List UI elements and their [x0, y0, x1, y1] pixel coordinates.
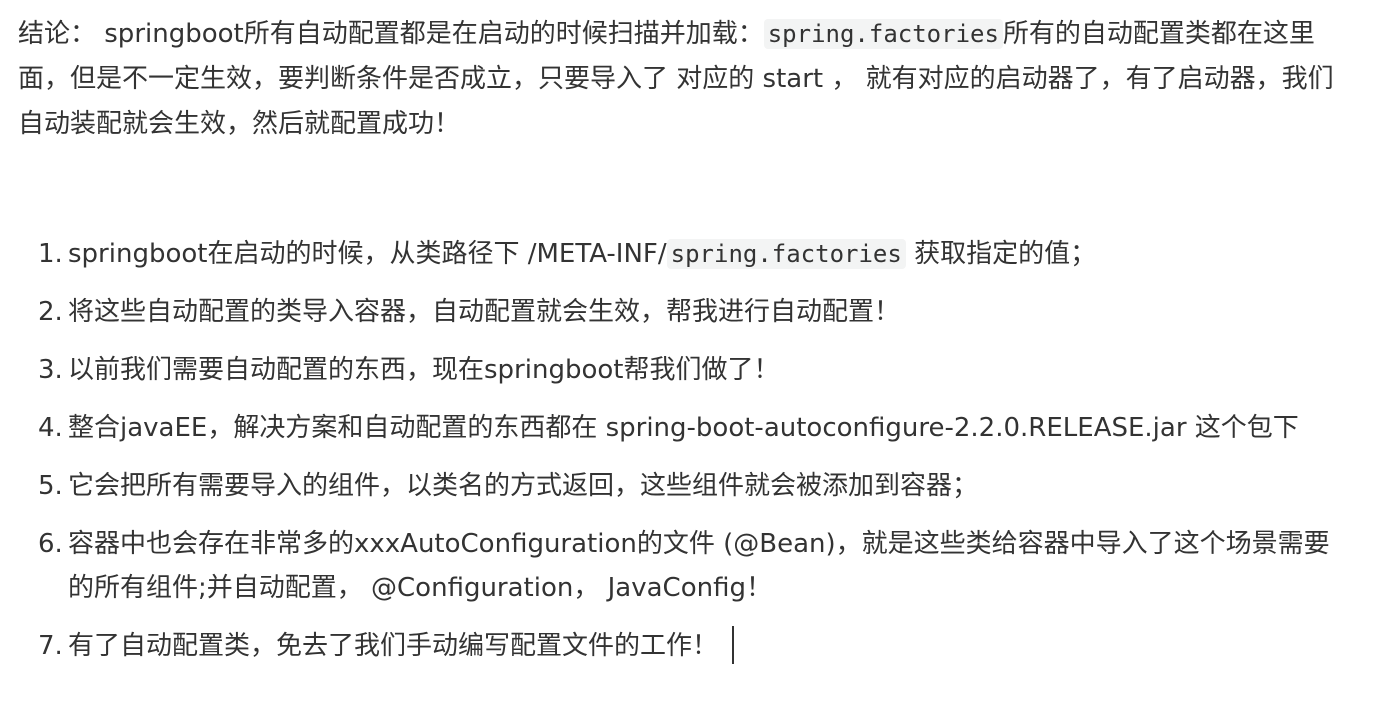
document: 结论： springboot所有自动配置都是在启动的时候扫描并加载： spring…: [0, 0, 1400, 707]
conclusion-line-1: 结论： springboot所有自动配置都是在启动的时候扫描并加载： spring…: [18, 12, 1398, 57]
list-number: 1.: [38, 239, 63, 269]
list-item-text: 它会把所有需要导入的组件，以类名的方式返回，这些组件就会被添加到容器；: [68, 471, 979, 501]
list-number: 6.: [38, 529, 63, 559]
list-item-text: 将这些自动配置的类导入容器，自动配置就会生效，帮我进行自动配置！: [68, 297, 901, 327]
list-number: 7.: [38, 631, 63, 661]
list-item-3: 3. 以前我们需要自动配置的东西，现在springboot帮我们做了！: [38, 348, 1398, 392]
list-item-text: springboot在启动的时候，从类路径下 /META-INF/: [68, 239, 667, 269]
list-item-4: 4. 整合javaEE，解决方案和自动配置的东西都在 spring-boot-au…: [38, 406, 1398, 450]
list-item-text: 容器中也会存在非常多的xxxAutoConfiguration的文件 (@Bea…: [68, 529, 1330, 559]
conclusion-text-1a: 结论： springboot所有自动配置都是在启动的时候扫描并加载：: [18, 19, 764, 49]
inline-code-spring-factories: spring.factories: [666, 239, 906, 269]
conclusion-paragraph: 结论： springboot所有自动配置都是在启动的时候扫描并加载： spring…: [18, 12, 1398, 147]
list-number: 2.: [38, 297, 63, 327]
text-cursor[interactable]: [732, 625, 734, 664]
conclusion-text-1b: 所有的自动配置类都在这里: [1002, 19, 1315, 49]
list-item-5: 5. 它会把所有需要导入的组件，以类名的方式返回，这些组件就会被添加到容器；: [38, 464, 1398, 508]
list-item-text: 获取指定的值；: [905, 239, 1097, 269]
list-item-text-wrap: 的所有组件;并自动配置， @Configuration， JavaConfig！: [68, 573, 772, 603]
list-number: 3.: [38, 355, 63, 385]
list-item-1: 1. springboot在启动的时候，从类路径下 /META-INF/sprin…: [38, 232, 1398, 276]
list-item-text: 整合javaEE，解决方案和自动配置的东西都在 spring-boot-auto…: [68, 413, 1299, 443]
list-item-text: 以前我们需要自动配置的东西，现在springboot帮我们做了！: [68, 355, 780, 385]
list-number: 5.: [38, 471, 63, 501]
list-item-text: 有了自动配置类，免去了我们手动编写配置文件的工作！: [68, 631, 719, 661]
list-item-6: 6. 容器中也会存在非常多的xxxAutoConfiguration的文件 (@B…: [38, 522, 1398, 610]
inline-code-spring-factories: spring.factories: [763, 19, 1003, 49]
conclusion-line-2: 面，但是不一定生效，要判断条件是否成立，只要导入了 对应的 start ， 就有…: [18, 64, 1334, 94]
list-number: 4.: [38, 413, 63, 443]
conclusion-line-3: 自动装配就会生效，然后就配置成功！: [18, 109, 461, 139]
list-item-7: 7. 有了自动配置类，免去了我们手动编写配置文件的工作！: [38, 624, 1398, 668]
list-item-2: 2. 将这些自动配置的类导入容器，自动配置就会生效，帮我进行自动配置！: [38, 290, 1398, 334]
